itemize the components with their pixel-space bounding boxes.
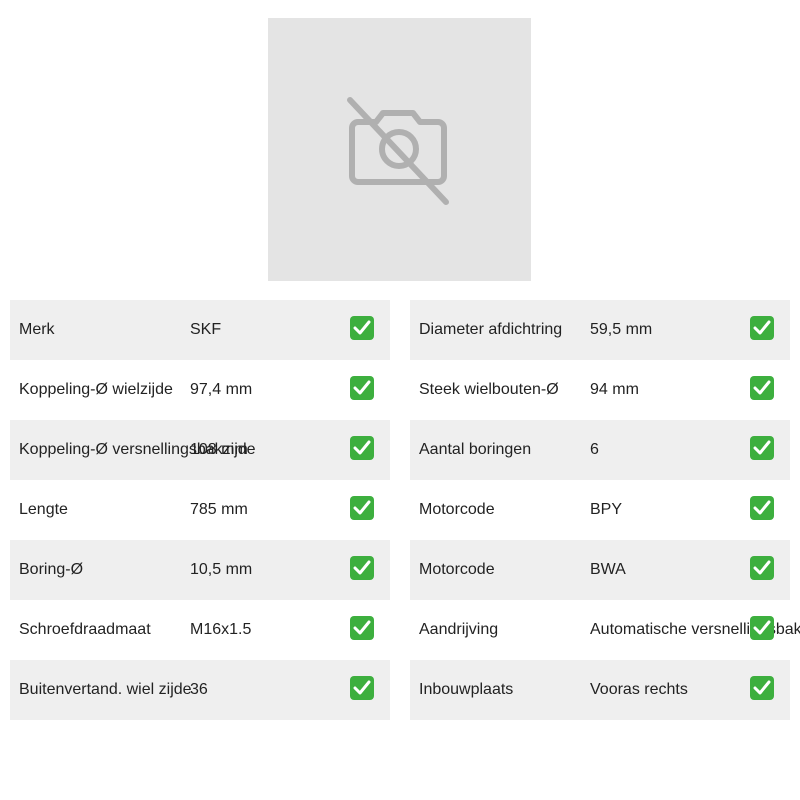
check-icon — [750, 556, 774, 580]
spec-value: M16x1.5 — [190, 621, 252, 638]
spec-value: 94 mm — [590, 381, 639, 398]
check-icon — [750, 436, 774, 460]
check-icon — [350, 436, 374, 460]
spec-value: 10,5 mm — [190, 561, 253, 578]
check-icon — [750, 376, 774, 400]
check-icon — [350, 496, 374, 520]
spec-row: Aantal boringen 6 — [410, 420, 790, 480]
check-icon — [350, 316, 374, 340]
spec-label: Motorcode — [419, 561, 495, 578]
spec-label: Lengte — [19, 501, 68, 518]
spec-label: Diameter afdichtring — [419, 321, 563, 338]
check-icon — [750, 316, 774, 340]
spec-label: Inbouwplaats — [419, 681, 514, 698]
check-icon — [350, 376, 374, 400]
spec-row: Schroefdraadmaat M16x1.5 — [10, 600, 390, 660]
spec-label: Motorcode — [419, 501, 495, 518]
spec-value: 108 mm — [190, 441, 248, 458]
spec-row: Buitenvertand. wiel zijde 36 — [10, 660, 390, 720]
spec-row: Motorcode BPY — [410, 480, 790, 540]
spec-row: Merk SKF — [10, 300, 390, 360]
spec-row: Lengte 785 mm — [10, 480, 390, 540]
spec-label: Boring-Ø — [19, 561, 84, 578]
spec-label: Merk — [19, 321, 55, 338]
spec-row: Boring-Ø 10,5 mm — [10, 540, 390, 600]
check-icon — [350, 676, 374, 700]
product-image-placeholder — [268, 18, 531, 281]
spec-row: Motorcode BWA — [410, 540, 790, 600]
spec-value: Vooras rechts — [590, 681, 688, 698]
spec-value: BPY — [590, 501, 623, 518]
spec-value: 6 — [590, 441, 599, 458]
spec-row: Diameter afdichtring 59,5 mm — [410, 300, 790, 360]
spec-label: Buitenvertand. wiel zijde — [19, 681, 192, 698]
spec-label: Koppeling-Ø wielzijde — [19, 381, 173, 398]
spec-row: Koppeling-Ø versnellingsbakzijde 108 mm — [10, 420, 390, 480]
spec-label: Steek wielbouten-Ø — [419, 381, 559, 398]
spec-row: Koppeling-Ø wielzijde 97,4 mm — [10, 360, 390, 420]
check-icon — [750, 616, 774, 640]
spec-value: BWA — [590, 561, 626, 578]
check-icon — [350, 556, 374, 580]
spec-value: 36 — [190, 681, 208, 698]
spec-value: 59,5 mm — [590, 321, 653, 338]
spec-label: Aandrijving — [419, 621, 499, 638]
spec-value: SKF — [190, 321, 222, 338]
check-icon — [750, 496, 774, 520]
spec-row: Aandrijving Automatische versnellingsbak — [410, 600, 800, 660]
spec-row: Inbouwplaats Vooras rechts — [410, 660, 790, 720]
spec-value: 785 mm — [190, 501, 248, 518]
spec-value: 97,4 mm — [190, 381, 253, 398]
check-icon — [750, 676, 774, 700]
no-image-camera-icon — [347, 97, 449, 205]
spec-table-left: Merk SKF Koppeling-Ø wielzijde 97,4 mm K… — [10, 300, 390, 720]
spec-label: Schroefdraadmaat — [19, 621, 151, 638]
check-icon — [350, 616, 374, 640]
spec-row: Steek wielbouten-Ø 94 mm — [410, 360, 790, 420]
spec-label: Aantal boringen — [419, 441, 532, 458]
spec-table-right: Diameter afdichtring 59,5 mm Steek wielb… — [410, 300, 800, 720]
